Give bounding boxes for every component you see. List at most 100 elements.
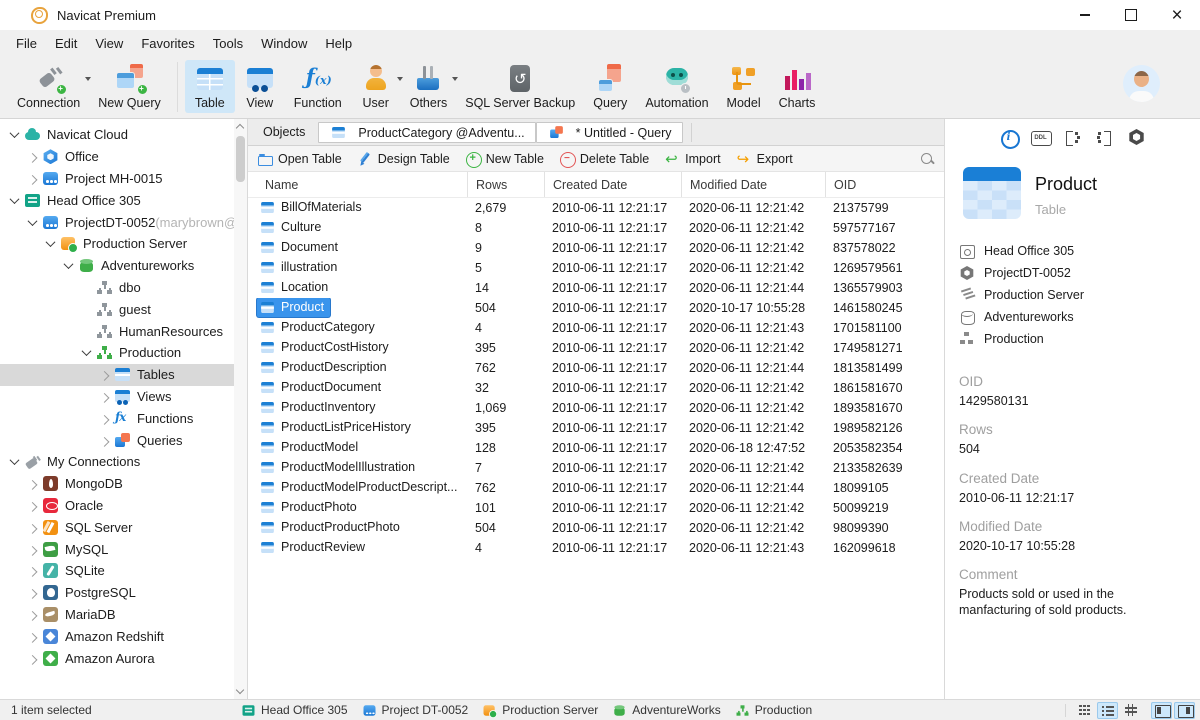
chevron-right-icon[interactable] [24,650,41,666]
sidebar-scrollbar[interactable] [234,119,247,699]
chevron-right-icon[interactable] [24,563,41,579]
menu-item-file[interactable]: File [7,32,46,55]
sidebar-item-sql-server[interactable]: SQL Server [0,516,247,538]
table-row[interactable]: ProductModelIllustration 7 2010-06-11 12:2… [248,458,944,478]
sidebar-item-postgresql[interactable]: PostgreSQL [0,582,247,604]
chevron-right-icon[interactable] [96,367,113,383]
column-header-modified-date[interactable]: Modified Date [681,172,825,197]
chevron-right-icon[interactable] [24,476,41,492]
sidebar-item-navicat-cloud[interactable]: Navicat Cloud [0,124,247,146]
chevron-right-icon[interactable] [24,170,41,186]
table-row[interactable]: ProductProductPhoto 504 2010-06-11 12:21:1… [248,518,944,538]
chevron-right-icon[interactable] [24,497,41,513]
delete-table-button[interactable]: Delete Table [559,151,649,168]
chevron-right-icon[interactable] [24,628,41,644]
chevron-right-icon[interactable] [24,585,41,601]
column-header-created-date[interactable]: Created Date [544,172,681,197]
sidebar-item-amazon-aurora[interactable]: Amazon Aurora [0,647,247,669]
chevron-right-icon[interactable] [24,606,41,622]
sidebar-item-office[interactable]: Office [0,146,247,168]
menu-item-view[interactable]: View [86,32,132,55]
column-header-name[interactable]: Name [248,172,467,197]
chevron-right-icon[interactable] [96,388,113,404]
sidebar-item-functions[interactable]: Functions [0,407,247,429]
toolbar-button-others[interactable]: Others [401,60,459,113]
toolbar-button-model[interactable]: Model [718,60,770,113]
toolbar-button-connection[interactable]: Connection [8,60,92,113]
menu-item-tools[interactable]: Tools [204,32,252,55]
table-row[interactable]: ProductInventory 1,069 2010-06-11 12:21:17… [248,398,944,418]
table-row[interactable]: ProductPhoto 101 2010-06-11 12:21:17 2020-0… [248,498,944,518]
chevron-right-icon[interactable] [24,519,41,535]
chevron-right-icon[interactable] [24,541,41,557]
sidebar-item-adventureworks[interactable]: Adventureworks [0,255,247,277]
scroll-down-icon[interactable] [235,685,245,695]
table-row[interactable]: ProductDescription 762 2010-06-11 12:21:17… [248,358,944,378]
chevron-down-icon[interactable] [6,454,23,470]
sidebar-item-queries[interactable]: Queries [0,429,247,451]
sidebar-item-amazon-redshift[interactable]: Amazon Redshift [0,625,247,647]
chevron-down-icon[interactable] [78,345,95,361]
sidebar-item-production[interactable]: Production [0,342,247,364]
chevron-down-icon[interactable] [60,258,77,274]
toolbar-button-automation[interactable]: Automation [636,60,717,113]
sidebar-item-projectdt-0052[interactable]: ProjectDT-0052 (marybrown@ [0,211,247,233]
toolbar-button-table[interactable]: Table [184,60,235,113]
table-row[interactable]: ProductCategory 4 2010-06-11 12:21:17 2020-… [248,318,944,338]
sidebar-item-my-connections[interactable]: My Connections [0,451,247,473]
right-pane-toggle-button[interactable] [1174,701,1195,719]
menu-item-window[interactable]: Window [252,32,316,55]
minimize-button[interactable] [1062,0,1108,30]
toolbar-button-user[interactable]: User [351,60,403,113]
chevron-down-icon[interactable] [42,236,59,252]
table-row[interactable]: Document 9 2010-06-11 12:21:17 2020-06-11 1… [248,238,944,258]
menu-item-favorites[interactable]: Favorites [132,32,203,55]
chevron-down-icon[interactable] [6,192,23,208]
info-tab[interactable] [998,127,1020,149]
column-header-oid[interactable]: OID [825,172,944,197]
left-pane-toggle-button[interactable] [1151,701,1172,719]
toolbar-button-charts[interactable]: Charts [770,60,825,113]
toolbar-button-new-query[interactable]: New Query [89,60,170,113]
close-button[interactable] [1154,0,1200,30]
chevron-right-icon[interactable] [24,149,41,165]
sidebar-item-views[interactable]: Views [0,386,247,408]
tab-objects[interactable]: Objects [250,119,318,145]
chevron-down-icon[interactable] [6,127,23,143]
table-row[interactable]: ProductListPriceHistory 395 2010-06-11 12:… [248,418,944,438]
menu-item-help[interactable]: Help [316,32,361,55]
import-button[interactable]: Import [664,150,720,168]
table-row[interactable]: Product 504 2010-06-11 12:21:17 2020-10-17 … [248,297,944,318]
maximize-button[interactable] [1108,0,1154,30]
new-table-button[interactable]: New Table [465,151,544,168]
toolbar-button-function[interactable]: Function [285,60,351,113]
table-row[interactable]: ProductModel 128 2010-06-11 12:21:17 2020-0… [248,438,944,458]
grid-view-button[interactable] [1074,702,1095,719]
chevron-right-icon[interactable] [96,410,113,426]
user-avatar[interactable] [1123,65,1160,102]
sidebar-item-dbo[interactable]: dbo [0,277,247,299]
tab-untitled-query[interactable]: * Untitled - Query [535,122,683,143]
table-row[interactable]: BillOfMaterials 2,679 2010-06-11 12:21:17 2… [248,198,944,218]
ddl-tab[interactable] [1030,127,1052,147]
design-table-button[interactable]: Design Table [357,151,450,167]
sidebar-item-oracle[interactable]: Oracle [0,495,247,517]
sidebar-item-humanresources[interactable]: HumanResources [0,320,247,342]
column-header-rows[interactable]: Rows [467,172,544,197]
sidebar-item-sqlite[interactable]: SQLite [0,560,247,582]
sidebar-item-mongodb[interactable]: MongoDB [0,473,247,495]
table-row[interactable]: ProductDocument 32 2010-06-11 12:21:17 2020… [248,378,944,398]
table-row[interactable]: Location 14 2010-06-11 12:21:17 2020-06-11 … [248,278,944,298]
table-row[interactable]: ProductReview 4 2010-06-11 12:21:17 2020-06… [248,538,944,558]
list-view-button[interactable] [1097,701,1118,719]
table-row[interactable]: ProductModelProductDescript... 762 2010-06… [248,478,944,498]
table-row[interactable]: ProductCostHistory 395 2010-06-11 12:21:17… [248,338,944,358]
export-button[interactable]: Export [736,150,793,168]
settings-tab[interactable] [1126,127,1147,147]
sidebar-item-mariadb[interactable]: MariaDB [0,604,247,626]
sidebar-item-guest[interactable]: guest [0,298,247,320]
tab-productcategory-adventu[interactable]: ProductCategory @Adventu... [318,122,536,143]
scroll-up-icon[interactable] [235,123,245,133]
related-objects-tab[interactable] [1062,127,1083,147]
sidebar-item-project-mh-0015[interactable]: Project MH-0015 [0,168,247,190]
